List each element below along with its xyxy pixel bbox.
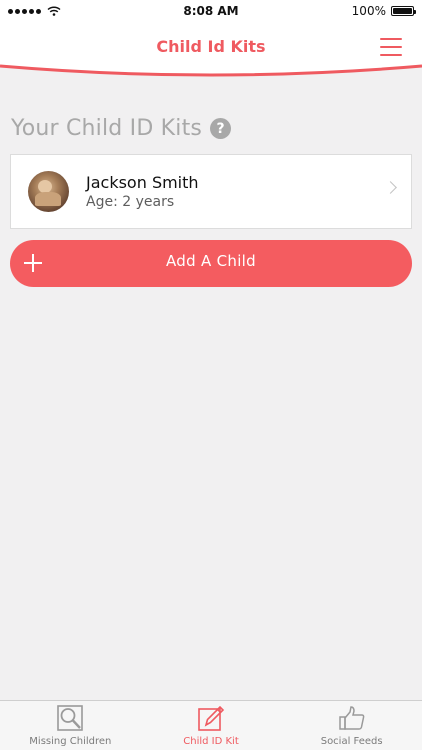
add-child-button[interactable]: Add A Child — [10, 240, 412, 287]
child-age: Age: 2 years — [86, 194, 175, 210]
child-list-item[interactable]: Jackson Smith Age: 2 years — [10, 154, 412, 229]
menu-icon-line — [380, 54, 402, 56]
wifi-icon — [47, 6, 61, 16]
tab-bar: Missing Children Child ID Kit Social Fee… — [0, 700, 422, 750]
tab-label: Child ID Kit — [183, 736, 239, 747]
status-left — [8, 6, 128, 16]
avatar — [28, 171, 69, 212]
app-header: Child Id Kits — [0, 22, 422, 84]
battery-icon — [390, 6, 416, 16]
status-time: 8:08 AM — [183, 4, 239, 18]
tab-child-id-kit[interactable]: Child ID Kit — [141, 701, 282, 750]
thumbs-up-icon — [338, 706, 365, 730]
menu-button[interactable] — [380, 38, 402, 56]
magnifier-icon — [57, 705, 84, 731]
battery-percent: 100% — [351, 4, 386, 18]
tab-social-feeds[interactable]: Social Feeds — [281, 701, 422, 750]
tab-missing-children[interactable]: Missing Children — [0, 701, 141, 750]
section-header: Your Child ID Kits ? — [11, 116, 232, 141]
child-name: Jackson Smith — [86, 173, 199, 192]
chevron-right-icon — [384, 181, 397, 194]
menu-icon-line — [380, 38, 402, 40]
status-bar: 8:08 AM 100% — [0, 0, 422, 22]
status-right: 100% — [294, 4, 416, 18]
add-child-label: Add A Child — [166, 252, 256, 270]
pencil-icon — [198, 705, 225, 731]
tab-label: Social Feeds — [320, 736, 383, 747]
tab-label: Missing Children — [29, 736, 112, 747]
signal-strength-icon — [8, 8, 41, 14]
section-title: Your Child ID Kits — [11, 116, 203, 141]
menu-icon-line — [380, 46, 402, 48]
page-title: Child Id Kits — [156, 37, 266, 56]
help-icon[interactable]: ? — [210, 118, 232, 139]
child-info: Jackson Smith Age: 2 years — [86, 173, 199, 210]
